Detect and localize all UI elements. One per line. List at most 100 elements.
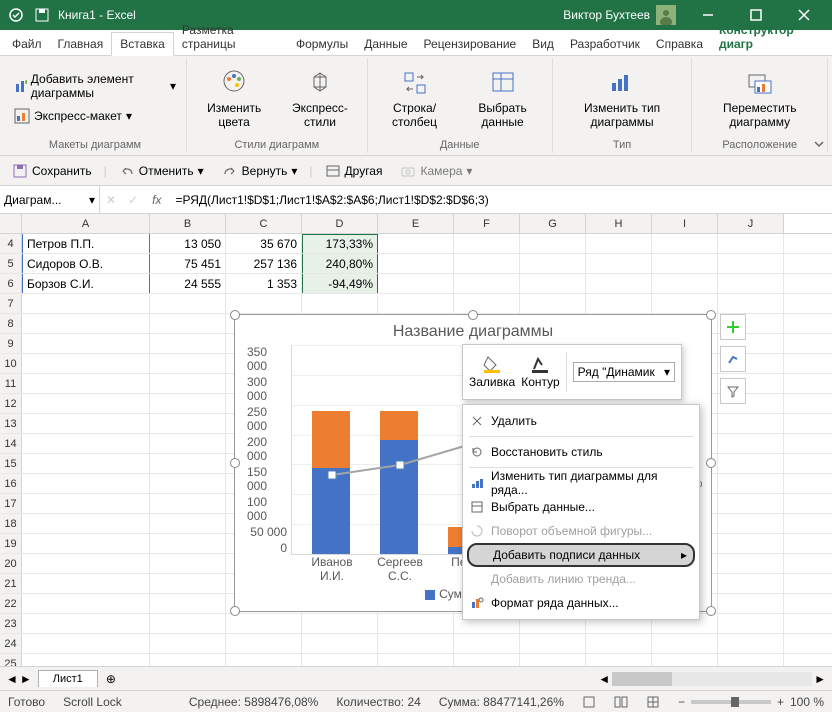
change-chart-type-button[interactable]: Изменить тип диаграммы [559,65,686,131]
cell[interactable] [302,654,378,666]
cell[interactable]: 173,33% [302,234,378,253]
outline-button[interactable]: Контур [521,355,559,389]
cell[interactable] [22,594,150,613]
scroll-right-button[interactable]: ► [814,672,826,686]
select-data-button[interactable]: Выбрать данные [459,65,545,131]
sheet-nav-prev[interactable]: ◄ [6,672,18,686]
cell[interactable] [22,354,150,373]
cell[interactable] [718,574,784,593]
quick-layout-button[interactable]: Экспресс-макет▾ [10,106,180,126]
cell[interactable] [302,614,378,633]
cell[interactable]: 13 050 [150,234,226,253]
cell[interactable] [22,554,150,573]
cell[interactable] [22,434,150,453]
cell[interactable] [718,534,784,553]
fill-button[interactable]: Заливка [469,355,515,389]
cell[interactable] [718,614,784,633]
cell[interactable] [718,414,784,433]
cell[interactable] [378,654,454,666]
column-header[interactable]: G [520,214,586,233]
cell[interactable] [586,634,652,653]
cell[interactable] [150,594,226,613]
cancel-icon[interactable]: ✕ [100,193,122,207]
column-header[interactable]: B [150,214,226,233]
cell[interactable] [652,654,718,666]
row-header[interactable]: 17 [0,494,22,513]
ribbon-tab-справка[interactable]: Справка [648,33,711,55]
cell[interactable] [718,594,784,613]
column-header[interactable]: I [652,214,718,233]
cell[interactable] [718,514,784,533]
cell[interactable] [22,414,150,433]
cell[interactable] [454,254,520,273]
cell[interactable] [652,234,718,253]
cell[interactable] [718,554,784,573]
cell[interactable] [22,514,150,533]
chart-filters-button[interactable] [720,378,746,404]
other-button[interactable]: Другая [319,161,389,181]
cell[interactable] [718,234,784,253]
cell[interactable] [226,634,302,653]
cell[interactable] [22,534,150,553]
context-menu-item[interactable]: Восстановить стиль [463,440,699,464]
cell[interactable] [718,634,784,653]
cell[interactable] [150,574,226,593]
cell[interactable] [226,614,302,633]
row-header[interactable]: 15 [0,454,22,473]
autosave-icon[interactable] [8,7,24,23]
column-header[interactable]: E [378,214,454,233]
cell[interactable]: Борзов С.И. [22,274,150,293]
row-header[interactable]: 21 [0,574,22,593]
cell[interactable] [22,334,150,353]
cell[interactable] [454,654,520,666]
row-header[interactable]: 14 [0,434,22,453]
cell[interactable]: 257 136 [226,254,302,273]
ribbon-tab-вид[interactable]: Вид [524,33,562,55]
context-menu-item[interactable]: Добавить подписи данных▸ [467,543,695,567]
quick-styles-button[interactable]: Экспресс-стили [279,65,360,131]
cell[interactable] [520,234,586,253]
camera-button[interactable]: Камера▾ [394,161,478,181]
column-header[interactable]: D [302,214,378,233]
cell[interactable] [150,654,226,666]
select-all-corner[interactable] [0,214,22,233]
row-header[interactable]: 18 [0,514,22,533]
view-page-layout-button[interactable] [614,695,628,709]
column-header[interactable]: J [718,214,784,233]
context-menu-item[interactable]: Формат ряда данных... [463,591,699,615]
cell[interactable] [652,274,718,293]
ribbon-tab-вставка[interactable]: Вставка [111,32,174,56]
ribbon-tab-файл[interactable]: Файл [4,33,50,55]
move-chart-button[interactable]: Переместить диаграмму [698,65,821,131]
cell[interactable] [226,654,302,666]
cell[interactable] [520,634,586,653]
cell[interactable] [378,634,454,653]
cell[interactable] [22,494,150,513]
chart-styles-button[interactable] [720,346,746,372]
cell[interactable] [22,394,150,413]
cell[interactable] [22,314,150,333]
cell[interactable] [586,294,652,313]
cell[interactable] [150,354,226,373]
add-chart-element-button[interactable]: Добавить элемент диаграммы▾ [10,70,180,102]
cell[interactable] [520,654,586,666]
cell[interactable]: Петров П.П. [22,234,150,253]
cell[interactable] [378,254,454,273]
row-header[interactable]: 22 [0,594,22,613]
row-header[interactable]: 12 [0,394,22,413]
undo-button[interactable]: Отменить▾ [113,161,210,181]
row-header[interactable]: 4 [0,234,22,253]
row-header[interactable]: 9 [0,334,22,353]
cell[interactable] [22,454,150,473]
ribbon-tab-рецензирование[interactable]: Рецензирование [416,33,525,55]
row-header[interactable]: 20 [0,554,22,573]
cell[interactable] [302,634,378,653]
cell[interactable] [22,574,150,593]
ribbon-tab-разметка-страницы[interactable]: Разметка страницы [174,19,288,55]
cell[interactable] [22,634,150,653]
cell[interactable] [150,454,226,473]
cell[interactable] [520,254,586,273]
row-header[interactable]: 19 [0,534,22,553]
cell[interactable] [718,474,784,493]
ribbon-tab-разработчик[interactable]: Разработчик [562,33,648,55]
